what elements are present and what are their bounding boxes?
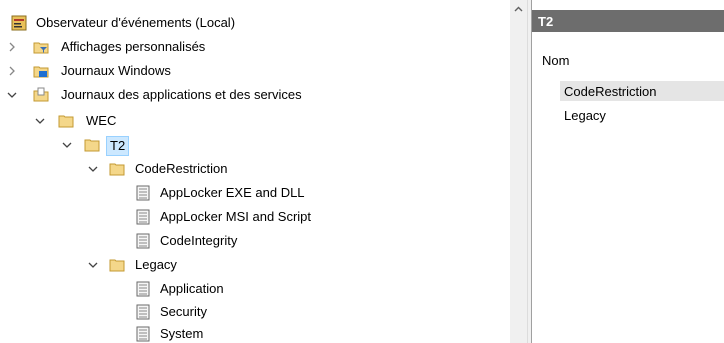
tree-label-security: Security — [160, 304, 207, 319]
tree-label-root: Observateur d'événements (Local) — [36, 15, 236, 30]
folder-icon — [109, 257, 125, 273]
column-header-name[interactable]: Nom — [542, 53, 569, 68]
chevron-down-icon[interactable] — [35, 116, 45, 126]
tree-label-wec: WEC — [86, 113, 117, 128]
tree-label-code-integrity: CodeIntegrity — [160, 233, 238, 248]
console-tree: Observateur d'événements (Local) Afficha… — [0, 0, 510, 343]
chevron-down-icon[interactable] — [88, 164, 98, 174]
chevron-down-icon[interactable] — [7, 90, 17, 100]
log-icon — [135, 281, 151, 297]
tree-label-t2: T2 — [105, 136, 130, 156]
tree-label-custom-views: Affichages personnalisés — [61, 39, 206, 54]
tree-label-application: Application — [160, 281, 224, 296]
filter-folder-icon — [33, 39, 49, 55]
results-pane: T2 Nom CodeRestriction Legacy — [531, 0, 724, 343]
log-icon — [135, 209, 151, 225]
tree-label-legacy: Legacy — [135, 257, 177, 272]
windows-folder-icon — [33, 63, 49, 79]
chevron-right-icon[interactable] — [7, 42, 17, 52]
tree-label-code-restriction: CodeRestriction — [135, 161, 228, 176]
folder-document-icon — [33, 87, 49, 103]
list-item[interactable]: CodeRestriction — [560, 81, 724, 101]
folder-icon — [58, 113, 74, 129]
tree-label-system: System — [160, 326, 204, 341]
tree-label-applocker-msi: AppLocker MSI and Script — [160, 209, 312, 224]
list-item-label: Legacy — [564, 107, 606, 123]
tree-label-windows-logs: Journaux Windows — [61, 63, 171, 78]
list-item[interactable]: Legacy — [564, 105, 724, 125]
log-icon — [135, 326, 151, 342]
chevron-down-icon[interactable] — [62, 140, 72, 150]
tree-label-applocker-exe: AppLocker EXE and DLL — [160, 185, 305, 200]
log-icon — [135, 185, 151, 201]
scroll-up-button[interactable] — [510, 0, 527, 17]
list-item-label: CodeRestriction — [564, 83, 657, 99]
tree-label-app-service-logs: Journaux des applications et des service… — [61, 87, 302, 102]
chevron-right-icon[interactable] — [7, 66, 17, 76]
log-icon — [135, 233, 151, 249]
folder-icon — [84, 137, 100, 153]
chevron-down-icon[interactable] — [88, 260, 98, 270]
tree-scrollbar[interactable] — [510, 0, 527, 343]
event-viewer-icon — [11, 15, 27, 31]
folder-icon — [109, 161, 125, 177]
log-icon — [135, 304, 151, 320]
results-title: T2 — [538, 13, 554, 29]
results-header: T2 — [532, 10, 724, 32]
chevron-up-icon — [514, 6, 523, 11]
